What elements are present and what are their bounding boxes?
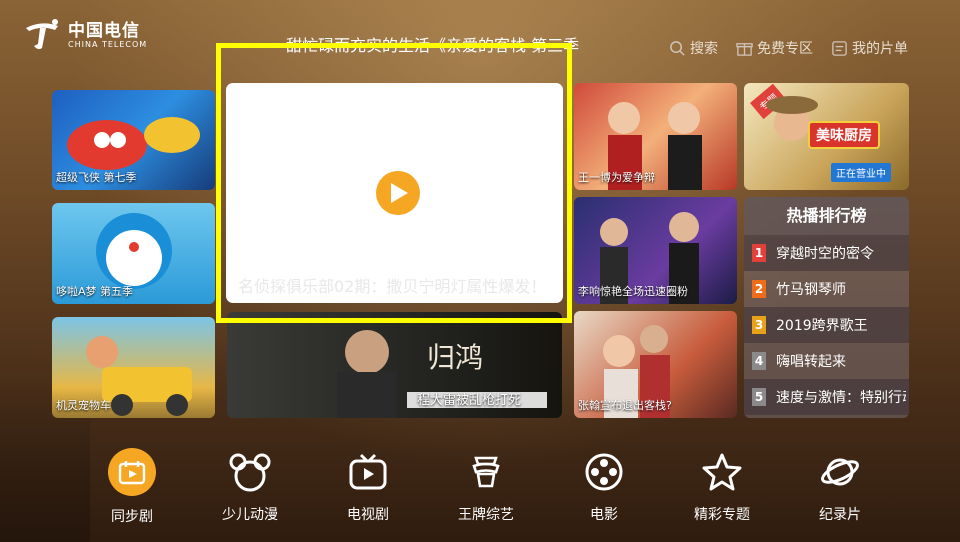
planet-icon <box>816 450 864 494</box>
tile-super-wings[interactable]: 超级飞侠 第七季 <box>52 90 215 190</box>
nav-label: 纪录片 <box>819 507 861 523</box>
tile-li-xiang[interactable]: 李响惊艳全场迅速圈粉 <box>574 197 737 304</box>
svg-text:归鸿: 归鸿 <box>427 341 483 374</box>
tile-drama-feature[interactable]: 归鸿 程大雷被乱枪打死 <box>227 312 562 418</box>
logo-chinese-text: 中国电信 <box>68 20 140 41</box>
tile-doraemon[interactable]: 哆啦A梦 第五季 <box>52 203 215 304</box>
search-label: 搜索 <box>690 41 718 57</box>
tile-wang-yibo[interactable]: 王一博为爱争辩 <box>574 83 737 190</box>
hot-ranking-panel: 热播排行榜 1 穿越时空的密令 2 竹马钢琴师 3 2019跨界歌王 4 嗨唱转… <box>744 197 909 418</box>
my-playlist-button[interactable]: 我的片单 <box>831 38 908 58</box>
ranking-item[interactable]: 1 穿越时空的密令 <box>744 235 909 271</box>
nav-label: 精彩专题 <box>694 507 750 523</box>
search-icon <box>670 40 685 56</box>
rank-number: 4 <box>752 352 766 370</box>
rank-number: 2 <box>752 280 766 298</box>
tile-inn-show[interactable]: 张翰宣布退出客栈? <box>574 311 737 418</box>
open-tag: 正在营业中 <box>831 163 891 182</box>
tile-caption: 超级飞侠 第七季 <box>56 171 137 184</box>
free-zone-button[interactable]: 免费专区 <box>736 38 813 58</box>
logo-english-text: CHINA TELECOM <box>68 39 148 49</box>
rank-number: 3 <box>752 316 766 334</box>
bottom-category-nav: 同步剧 少儿动漫 电视剧 王牌综艺 电影 精彩专题 纪录片 <box>92 448 912 530</box>
ranking-item[interactable]: 5 速度与激情：特别行动 <box>744 379 909 415</box>
tile-caption: 程大雷被乱枪打死 <box>417 393 522 408</box>
star-icon <box>698 450 746 494</box>
tile-caption: 张翰宣布退出客栈? <box>578 399 672 412</box>
tile-tasty-kitchen[interactable]: 专题 美味厨房 正在营业中 <box>744 83 909 190</box>
nav-special-topics[interactable]: 精彩专题 <box>682 450 762 530</box>
ranking-item[interactable]: 3 2019跨界歌王 <box>744 307 909 343</box>
sync-drama-icon <box>108 448 156 496</box>
tile-caption: 李响惊艳全场迅速圈粉 <box>578 285 688 298</box>
kitchen-title: 美味厨房 <box>808 121 880 149</box>
nav-label: 同步剧 <box>111 509 153 525</box>
rank-title: 速度与激情：特别行动 <box>776 390 906 406</box>
free-zone-label: 免费专区 <box>757 41 813 57</box>
tile-pet-car[interactable]: 机灵宠物车 <box>52 317 215 418</box>
nav-movie[interactable]: 电影 <box>564 450 644 530</box>
nav-label: 王牌综艺 <box>458 507 514 523</box>
playlist-icon <box>832 40 847 56</box>
nav-label: 少儿动漫 <box>222 507 278 523</box>
nav-variety[interactable]: 王牌综艺 <box>446 450 526 530</box>
tile-caption: 哆啦A梦 第五季 <box>56 285 134 298</box>
rank-title: 穿越时空的密令 <box>776 246 874 262</box>
nav-tv-series[interactable]: 电视剧 <box>328 450 408 530</box>
nav-sync-drama[interactable]: 同步剧 <box>92 448 172 530</box>
tv-icon <box>344 450 392 494</box>
china-telecom-logo: 中国电信 CHINA TELECOM <box>22 18 147 52</box>
rank-title: 竹马钢琴师 <box>776 282 846 298</box>
my-playlist-label: 我的片单 <box>852 41 908 57</box>
telecom-logo-icon <box>26 19 58 50</box>
rank-number: 1 <box>752 244 766 262</box>
ranking-item[interactable]: 4 嗨唱转起来 <box>744 343 909 379</box>
rank-title: 嗨唱转起来 <box>776 354 846 370</box>
ranking-title: 热播排行榜 <box>744 197 909 235</box>
nav-label: 电视剧 <box>347 507 389 523</box>
nav-documentary[interactable]: 纪录片 <box>800 450 880 530</box>
nav-kids-anime[interactable]: 少儿动漫 <box>210 450 290 530</box>
focus-highlight-frame <box>216 43 572 323</box>
rank-number: 5 <box>752 388 766 406</box>
top-nav: 搜索 免费专区 我的片单 <box>669 38 908 58</box>
film-reel-icon <box>580 450 628 494</box>
variety-icon <box>462 450 510 494</box>
nav-label: 电影 <box>590 507 618 523</box>
tile-caption: 王一博为爱争辩 <box>578 171 655 184</box>
tile-caption: 机灵宠物车 <box>56 399 111 412</box>
gift-icon <box>736 42 753 56</box>
ranking-item[interactable]: 2 竹马钢琴师 <box>744 271 909 307</box>
rank-title: 2019跨界歌王 <box>776 318 868 334</box>
kids-icon <box>226 450 274 494</box>
search-button[interactable]: 搜索 <box>669 38 718 58</box>
